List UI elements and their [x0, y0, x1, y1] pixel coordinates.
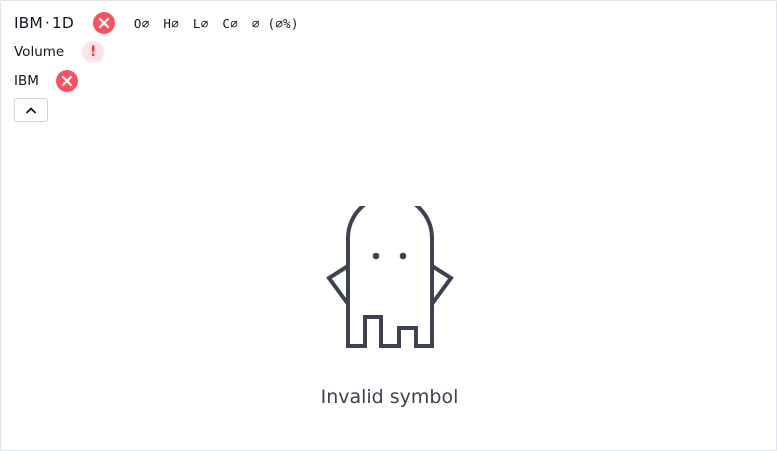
ohlc-high: H∅ — [163, 15, 180, 31]
series-error-button[interactable] — [92, 12, 115, 34]
chart-pane: IBM·1D O∅ H∅ L∅ C∅ ∅ (∅%) Volume ! IBM — [0, 0, 777, 451]
series-symbol: IBM — [14, 14, 43, 32]
chevron-up-icon — [26, 107, 36, 114]
exclamation-icon: ! — [90, 44, 97, 60]
ohlc-open: O∅ — [133, 15, 150, 31]
volume-study-legend: Volume ! — [14, 39, 305, 65]
chart-legend: IBM · 1D O∅ H∅ L∅ C∅ ∅ (∅%) Volume ! IBM — [14, 10, 305, 94]
title-separator: · — [44, 14, 50, 32]
volume-label[interactable]: Volume — [14, 44, 64, 60]
series-title[interactable]: IBM · 1D — [14, 14, 74, 32]
ghost-icon — [325, 206, 454, 348]
legend-collapse-button[interactable] — [14, 98, 48, 122]
close-icon — [98, 17, 110, 29]
compare-symbol-label[interactable]: IBM — [14, 73, 39, 89]
series-interval: 1D — [51, 14, 74, 32]
main-series-legend: IBM · 1D O∅ H∅ L∅ C∅ ∅ (∅%) — [14, 10, 305, 36]
volume-warning-button[interactable]: ! — [82, 41, 105, 63]
ohlc-close: C∅ — [222, 15, 239, 31]
ohlc-low: L∅ — [192, 15, 209, 31]
ohlc-values: O∅ H∅ L∅ C∅ ∅ (∅%) — [134, 16, 305, 31]
close-icon — [61, 75, 72, 87]
compare-series-legend: IBM — [14, 68, 305, 94]
invalid-symbol-message: Invalid symbol — [320, 386, 459, 408]
ohlc-change: ∅ (∅%) — [251, 15, 299, 31]
compare-error-button[interactable] — [55, 70, 78, 92]
invalid-symbol-state: Invalid symbol — [1, 206, 777, 408]
